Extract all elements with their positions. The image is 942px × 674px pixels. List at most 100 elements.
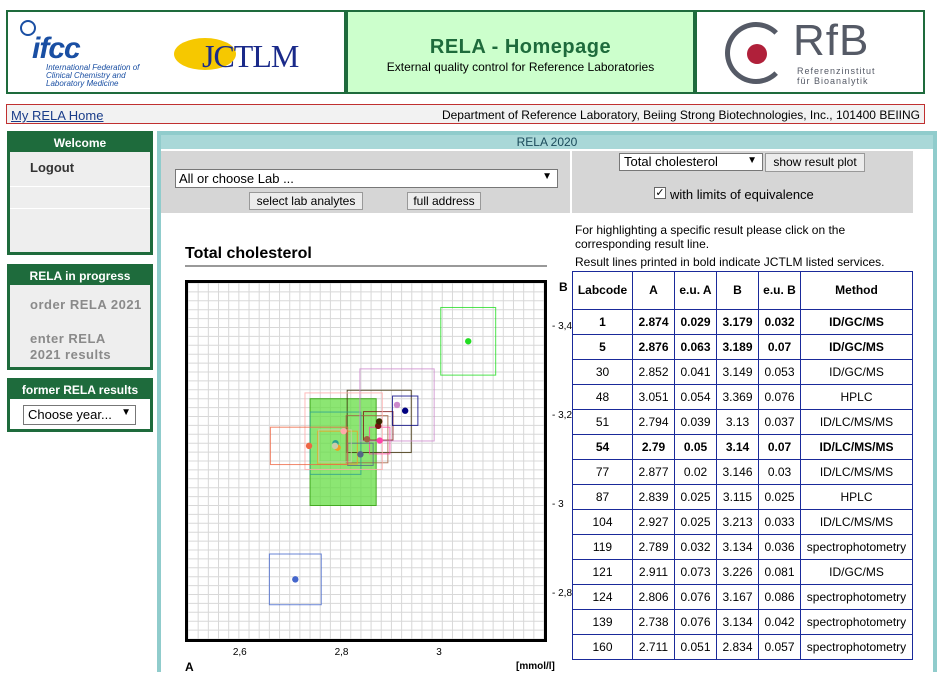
cell-b: 3.189 bbox=[716, 334, 759, 360]
cell-a: 2.738 bbox=[632, 609, 675, 635]
cell-a: 2.876 bbox=[632, 334, 675, 360]
cell-eub: 0.086 bbox=[758, 584, 801, 610]
year-select-value: Choose year... bbox=[28, 407, 112, 422]
analyte-select[interactable]: Total cholesterol ▼ bbox=[619, 153, 763, 171]
cell-a: 2.927 bbox=[632, 509, 675, 535]
cell-method: ID/GC/MS bbox=[800, 359, 913, 385]
cell-method: spectrophotometry bbox=[800, 609, 913, 635]
cell-eua: 0.073 bbox=[674, 559, 717, 585]
table-row[interactable]: 119 2.789 0.032 3.134 0.036 spectrophotometry bbox=[572, 534, 913, 560]
table-row[interactable]: 54 2.79 0.05 3.14 0.07 ID/LC/MS/MS bbox=[572, 434, 913, 460]
sidebar-empty-row bbox=[10, 208, 150, 230]
department-address: Department of Reference Laboratory, Beii… bbox=[441, 108, 920, 122]
cell-method: spectrophotometry bbox=[800, 584, 913, 610]
cell-eub: 0.07 bbox=[758, 334, 801, 360]
equivalence-checkbox-label: with limits of equivalence bbox=[670, 187, 814, 202]
y-tick-label: - 3,4 bbox=[552, 320, 573, 332]
rfb-logo: RfB Referenzinstitut für Bioanalytik bbox=[695, 10, 925, 94]
cell-labcode: 1 bbox=[572, 309, 633, 335]
data-point-lab-119 bbox=[331, 442, 339, 450]
cell-b: 3.213 bbox=[716, 509, 759, 535]
table-row[interactable]: 87 2.839 0.025 3.115 0.025 HPLC bbox=[572, 484, 913, 510]
logout-link[interactable]: Logout bbox=[10, 152, 150, 186]
cell-eua: 0.076 bbox=[674, 584, 717, 610]
cell-labcode: 54 bbox=[572, 434, 633, 460]
info-line-bold: Result lines printed in bold indicate JC… bbox=[575, 255, 885, 269]
welcome-body: Logout bbox=[10, 152, 150, 252]
col-method: Method bbox=[800, 271, 913, 310]
cell-eub: 0.03 bbox=[758, 459, 801, 485]
table-row[interactable]: 121 2.911 0.073 3.226 0.081 ID/GC/MS bbox=[572, 559, 913, 585]
former-results-panel: former RELA results Choose year... ▼ bbox=[7, 378, 153, 432]
y-tick-label: - 3,2 bbox=[552, 409, 573, 421]
select-lab-analytes-button[interactable]: select lab analytes bbox=[249, 192, 363, 210]
cell-eub: 0.042 bbox=[758, 609, 801, 635]
results-table-body: 1 2.874 0.029 3.179 0.032 ID/GC/MS 5 2.876 0.063… bbox=[572, 309, 913, 660]
cell-b: 3.369 bbox=[716, 384, 759, 410]
cell-labcode: 77 bbox=[572, 459, 633, 485]
main-panel: RELA 2020 All or choose Lab ... ▼ select… bbox=[157, 131, 937, 674]
ifcc-logo: ifcc International Federation of Clinica… bbox=[18, 18, 158, 88]
cell-labcode: 119 bbox=[572, 534, 633, 560]
cell-labcode: 121 bbox=[572, 559, 633, 585]
former-results-heading: former RELA results bbox=[10, 381, 150, 399]
cell-a: 2.839 bbox=[632, 484, 675, 510]
cell-b: 3.226 bbox=[716, 559, 759, 585]
cell-b: 2.834 bbox=[716, 634, 759, 660]
cell-eub: 0.057 bbox=[758, 634, 801, 660]
table-row[interactable]: 77 2.877 0.02 3.146 0.03 ID/LC/MS/MS bbox=[572, 459, 913, 485]
my-rela-home-link[interactable]: My RELA Home bbox=[11, 108, 103, 123]
unit-label: [mmol/l] bbox=[516, 661, 555, 672]
table-row[interactable]: 30 2.852 0.041 3.149 0.053 ID/GC/MS bbox=[572, 359, 913, 385]
result-plot-svg bbox=[188, 283, 544, 639]
table-row[interactable]: 1 2.874 0.029 3.179 0.032 ID/GC/MS bbox=[572, 309, 913, 335]
y-tick-label: - 3 bbox=[552, 498, 564, 510]
cell-labcode: 87 bbox=[572, 484, 633, 510]
cell-a: 2.874 bbox=[632, 309, 675, 335]
data-point-lab-87 bbox=[357, 451, 364, 458]
jctlm-logo: JCTLM bbox=[166, 34, 336, 74]
year-select[interactable]: Choose year... ▼ bbox=[23, 405, 136, 425]
lab-select[interactable]: All or choose Lab ... ▼ bbox=[175, 169, 558, 188]
cell-eub: 0.053 bbox=[758, 359, 801, 385]
full-address-button[interactable]: full address bbox=[407, 192, 481, 210]
cell-eua: 0.063 bbox=[674, 334, 717, 360]
cell-labcode: 124 bbox=[572, 584, 633, 610]
cell-labcode: 139 bbox=[572, 609, 633, 635]
result-plot[interactable] bbox=[185, 280, 547, 642]
table-row[interactable]: 139 2.738 0.076 3.134 0.042 spectrophotometry bbox=[572, 609, 913, 635]
data-point-lab-139 bbox=[305, 442, 313, 450]
table-row[interactable]: 124 2.806 0.076 3.167 0.086 spectrophotometry bbox=[572, 584, 913, 610]
cell-method: ID/LC/MS/MS bbox=[800, 509, 913, 535]
cell-eua: 0.054 bbox=[674, 384, 717, 410]
cell-b: 3.115 bbox=[716, 484, 759, 510]
equivalence-checkbox[interactable]: ✓ bbox=[654, 187, 666, 199]
table-row[interactable]: 51 2.794 0.039 3.13 0.037 ID/LC/MS/MS bbox=[572, 409, 913, 435]
analyte-select-value: Total cholesterol bbox=[624, 154, 718, 169]
cell-eua: 0.025 bbox=[674, 484, 717, 510]
cell-eua: 0.029 bbox=[674, 309, 717, 335]
table-row[interactable]: 160 2.711 0.051 2.834 0.057 spectrophotometry bbox=[572, 634, 913, 660]
rela-in-progress-panel: RELA in progress order RELA 2021 enter R… bbox=[7, 264, 153, 370]
enter-rela-results-link[interactable]: enter RELA 2021 results bbox=[10, 331, 140, 363]
cell-b: 3.149 bbox=[716, 359, 759, 385]
col-eu-b: e.u. B bbox=[758, 271, 801, 310]
order-rela-link[interactable]: order RELA 2021 bbox=[10, 297, 150, 331]
table-row[interactable]: 5 2.876 0.063 3.189 0.07 ID/GC/MS bbox=[572, 334, 913, 360]
cell-a: 2.806 bbox=[632, 584, 675, 610]
cell-eua: 0.025 bbox=[674, 509, 717, 535]
lab-select-value: All or choose Lab ... bbox=[179, 171, 294, 186]
cell-labcode: 51 bbox=[572, 409, 633, 435]
cell-method: ID/LC/MS/MS bbox=[800, 434, 913, 460]
table-row[interactable]: 48 3.051 0.054 3.369 0.076 HPLC bbox=[572, 384, 913, 410]
cell-labcode: 5 bbox=[572, 334, 633, 360]
cell-method: spectrophotometry bbox=[800, 534, 913, 560]
chart-title-underline bbox=[185, 265, 547, 267]
cell-labcode: 30 bbox=[572, 359, 633, 385]
data-point-lab-104 bbox=[401, 407, 409, 414]
cell-method: HPLC bbox=[800, 484, 913, 510]
cell-eub: 0.081 bbox=[758, 559, 801, 585]
show-result-plot-button[interactable]: show result plot bbox=[765, 153, 865, 172]
table-row[interactable]: 104 2.927 0.025 3.213 0.033 ID/LC/MS/MS bbox=[572, 509, 913, 535]
dropdown-arrow-icon: ▼ bbox=[121, 407, 131, 418]
